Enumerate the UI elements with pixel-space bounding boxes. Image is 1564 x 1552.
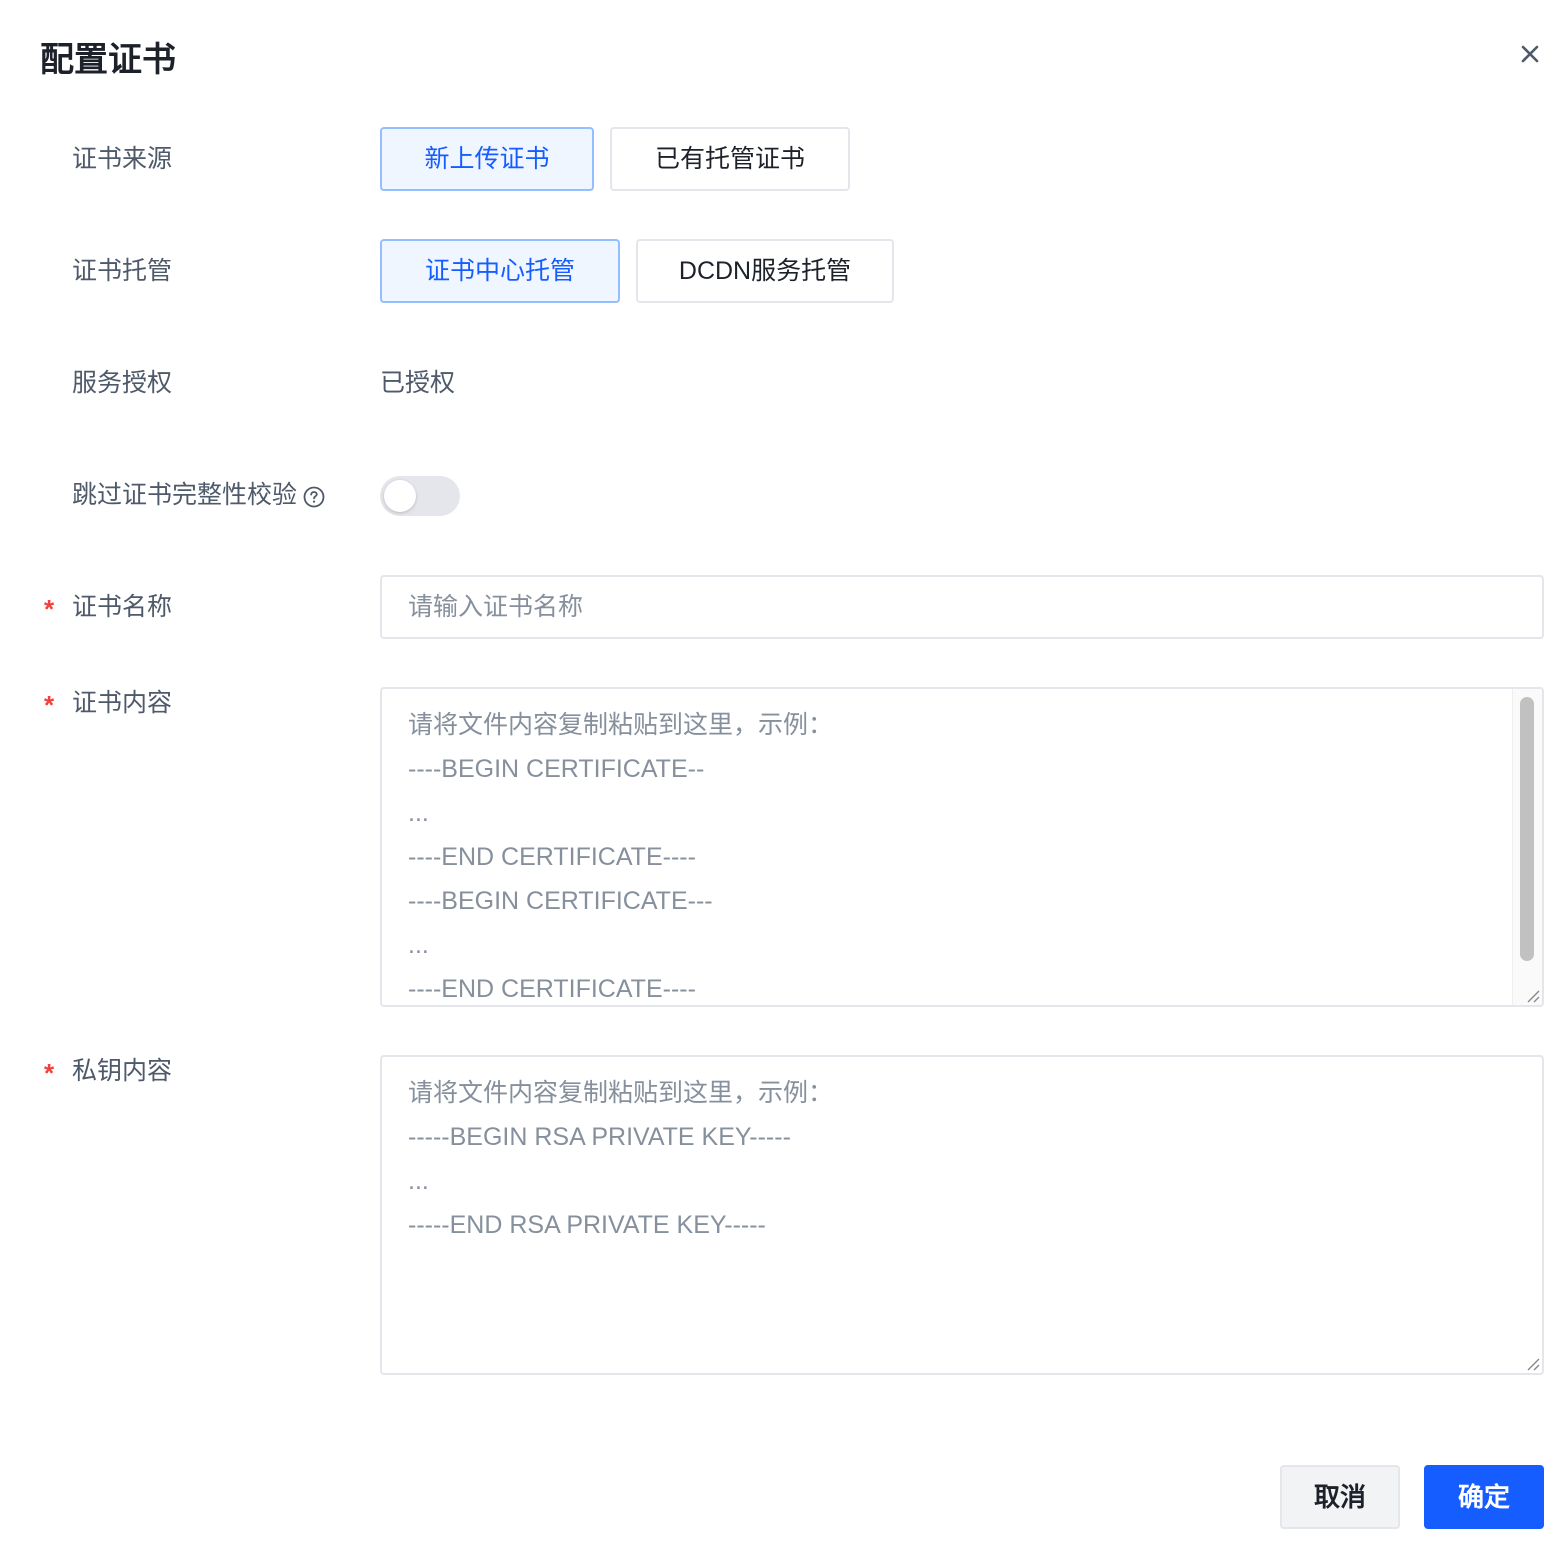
private-key-label: 私钥内容: [72, 1057, 173, 1085]
skip-check-label-row: 跳过证书完整性校验: [72, 478, 325, 512]
placeholder-line: ----END CERTIFICATE----: [408, 843, 696, 871]
placeholder-line: 请将文件内容复制粘贴到这里，示例：: [408, 711, 834, 739]
placeholder-line: ...: [408, 931, 429, 959]
placeholder-line: -----END RSA PRIVATE KEY-----: [408, 1211, 766, 1239]
service-auth-value: 已授权: [380, 369, 456, 397]
skip-check-label: 跳过证书完整性校验: [72, 481, 298, 509]
placeholder-line: ...: [408, 799, 429, 827]
cert-source-new-upload-button[interactable]: 新上传证书: [380, 127, 594, 191]
confirm-button[interactable]: 确定: [1424, 1465, 1544, 1529]
question-circle-icon[interactable]: [303, 483, 325, 508]
cert-content-label: 证书内容: [72, 689, 173, 717]
close-icon[interactable]: [1512, 36, 1548, 72]
cert-name-label: 证书名称: [72, 593, 173, 621]
placeholder-line: 请将文件内容复制粘贴到这里，示例：: [408, 1079, 834, 1107]
configure-certificate-dialog: 配置证书 证书来源 新上传证书 已有托管证书 证书托管 证书中心托管 DCDN服…: [0, 0, 1564, 1552]
scrollbar-thumb[interactable]: [1520, 697, 1534, 961]
placeholder-line: ----END CERTIFICATE----: [408, 975, 696, 1003]
toggle-knob: [384, 480, 416, 512]
textarea-scrollbar[interactable]: [1512, 689, 1542, 1005]
required-mark: *: [44, 690, 55, 720]
private-key-textarea[interactable]: 请将文件内容复制粘贴到这里，示例： -----BEGIN RSA PRIVATE…: [380, 1055, 1544, 1375]
cert-source-radio-group: 新上传证书 已有托管证书: [380, 127, 860, 191]
resize-handle-icon[interactable]: [1524, 1355, 1540, 1371]
service-auth-label: 服务授权: [72, 369, 173, 397]
cert-source-existing-hosted-button[interactable]: 已有托管证书: [610, 127, 850, 191]
placeholder-line: ...: [408, 1167, 429, 1195]
placeholder-line: ----BEGIN CERTIFICATE--: [408, 755, 705, 783]
dialog-title: 配置证书: [40, 41, 176, 79]
cert-hosting-center-button[interactable]: 证书中心托管: [380, 239, 620, 303]
cert-content-textarea[interactable]: 请将文件内容复制粘贴到这里，示例： ----BEGIN CERTIFICATE-…: [380, 687, 1544, 1007]
required-mark: *: [44, 594, 55, 624]
cert-hosting-radio-group: 证书中心托管 DCDN服务托管: [380, 239, 900, 303]
placeholder-line: -----BEGIN RSA PRIVATE KEY-----: [408, 1123, 791, 1151]
resize-handle-icon[interactable]: [1524, 987, 1540, 1003]
placeholder-line: ----BEGIN CERTIFICATE---: [408, 887, 713, 915]
cert-source-label: 证书来源: [72, 145, 173, 173]
skip-check-toggle[interactable]: [380, 476, 460, 516]
cert-name-input[interactable]: 请输入证书名称: [380, 575, 1544, 639]
cert-hosting-label: 证书托管: [72, 257, 173, 285]
cert-hosting-dcdn-button[interactable]: DCDN服务托管: [636, 239, 894, 303]
required-mark: *: [44, 1058, 55, 1088]
cancel-button[interactable]: 取消: [1280, 1465, 1400, 1529]
